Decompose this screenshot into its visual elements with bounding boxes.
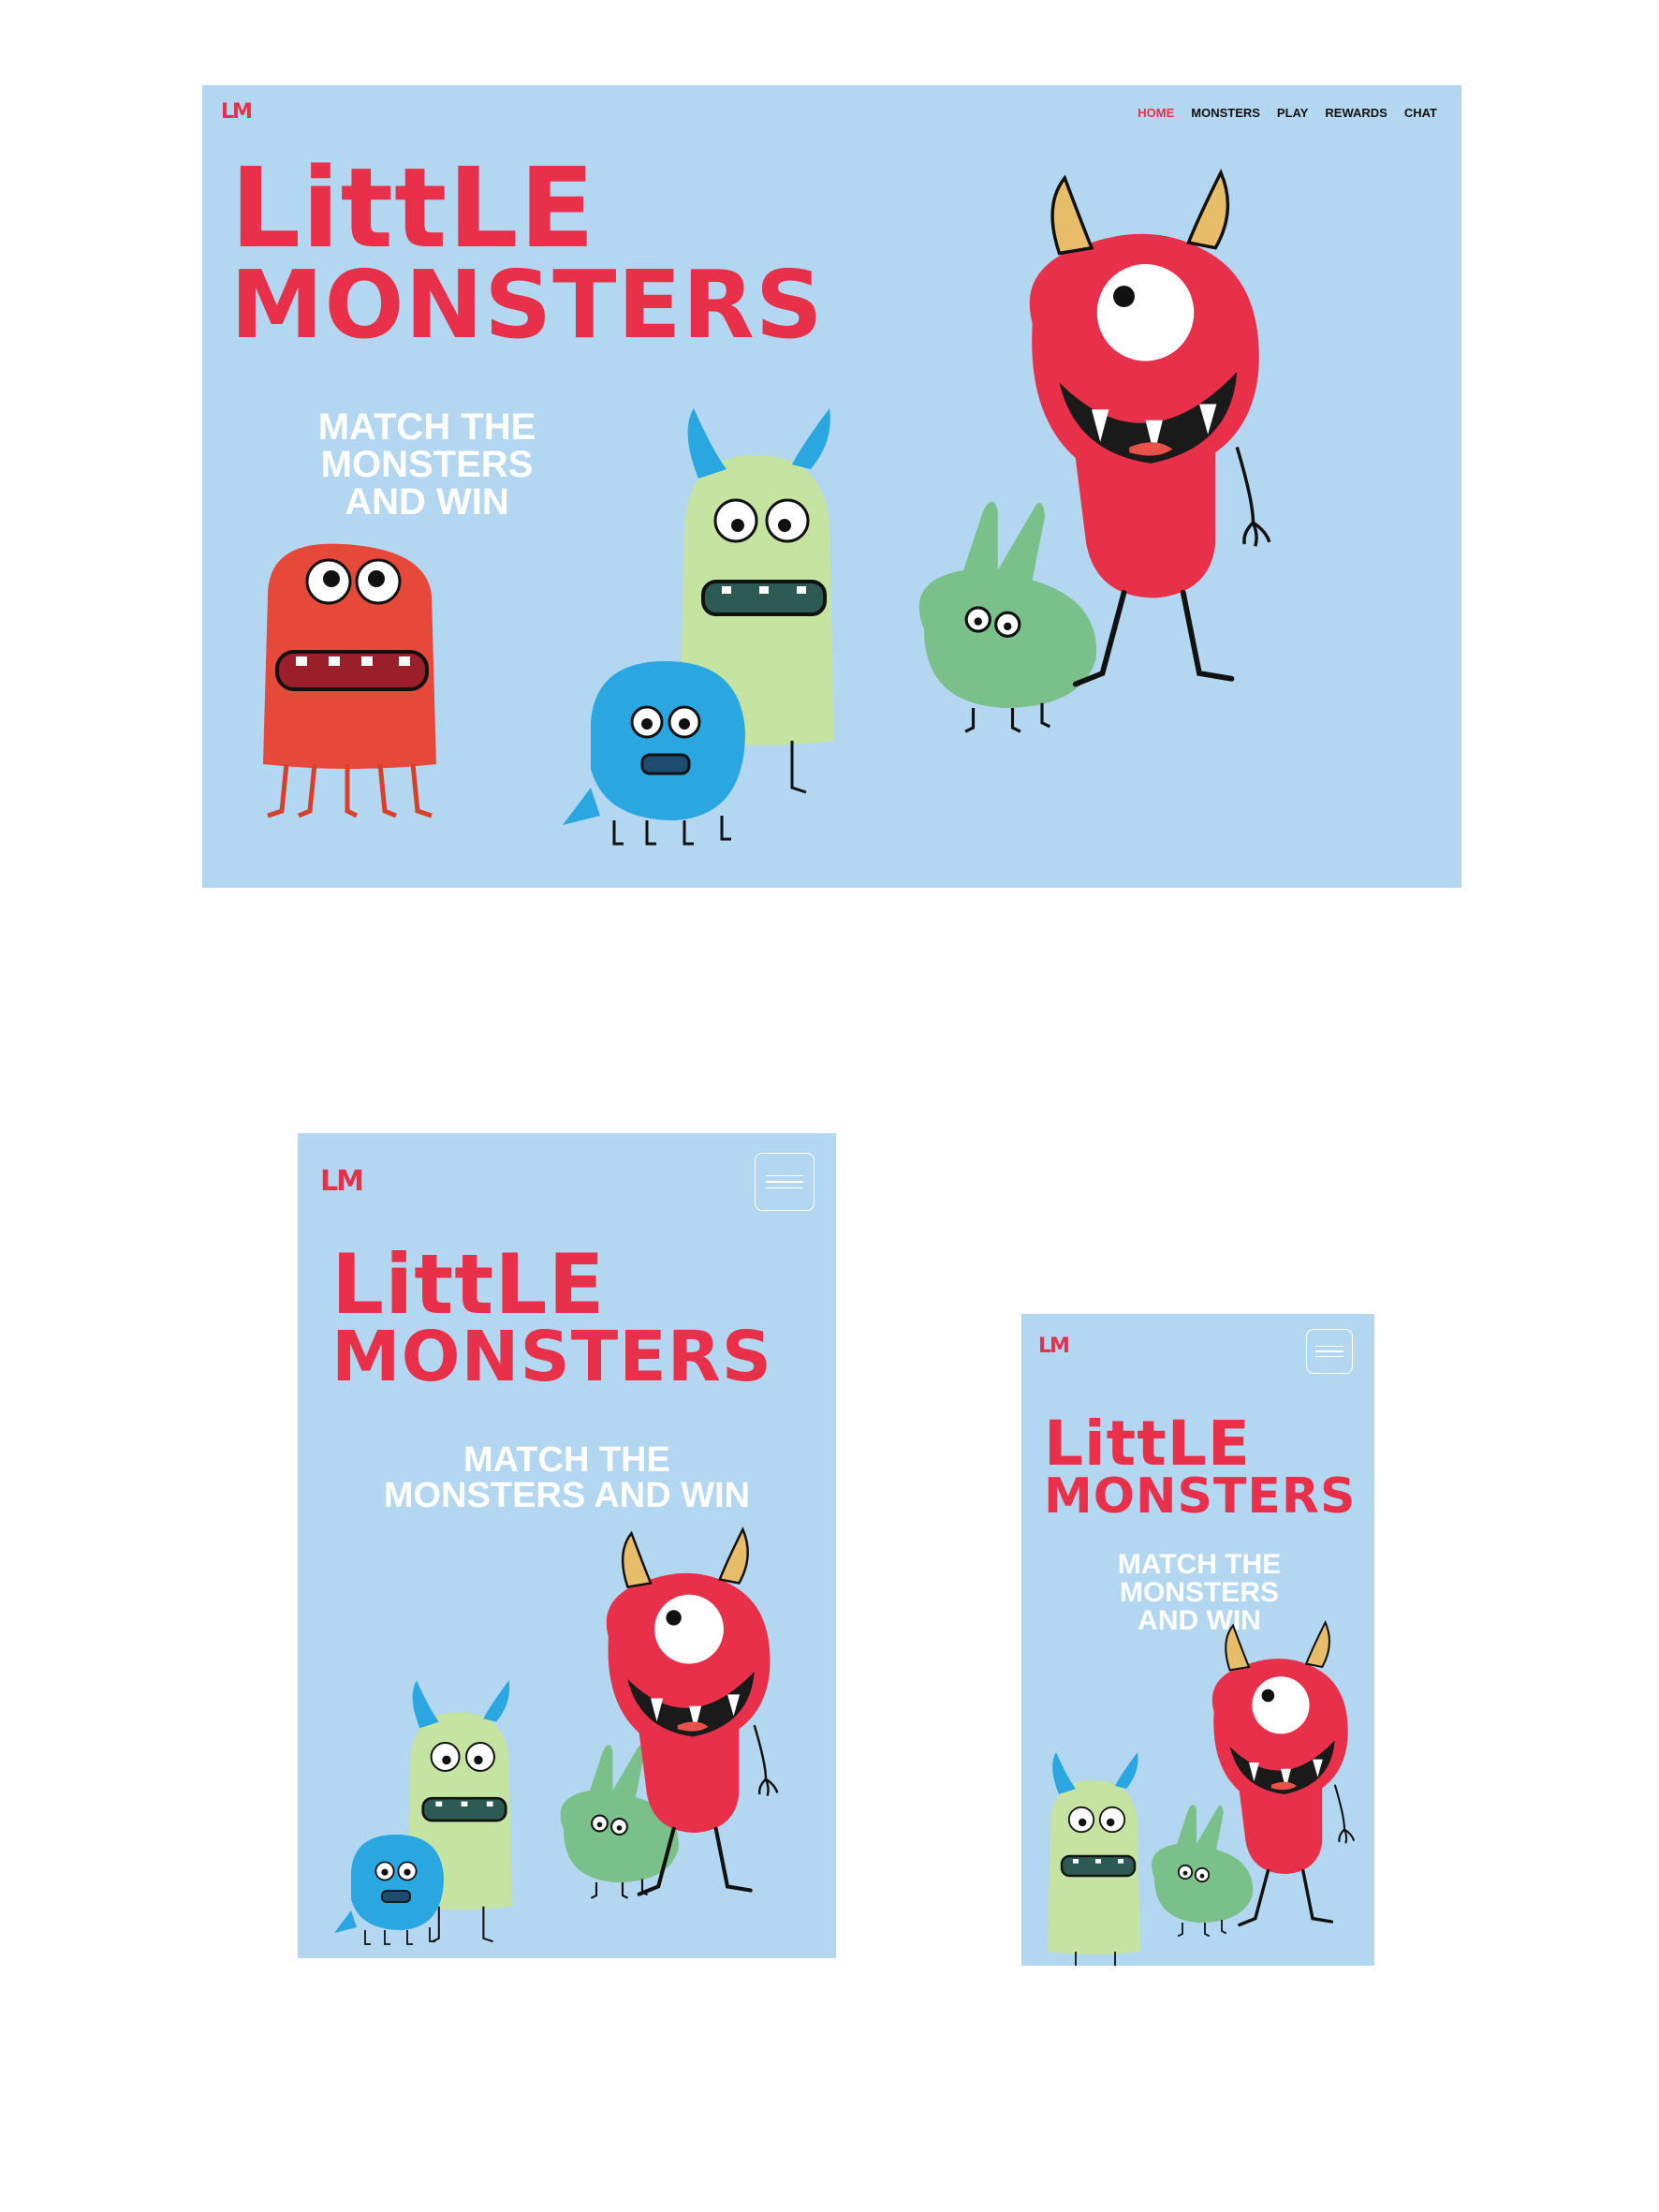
green-monster bbox=[1151, 1804, 1255, 1938]
monster-illustration bbox=[202, 85, 1461, 846]
tablet-hero-frame: LM LittLE MONSTERS MATCH THE MONSTERS AN… bbox=[298, 1133, 836, 1958]
lime-monster bbox=[1046, 1750, 1142, 1966]
blue-monster bbox=[333, 1834, 445, 1945]
monster-illustration bbox=[333, 1133, 836, 1945]
monster-illustration bbox=[1046, 1620, 1356, 1966]
blue-monster bbox=[561, 659, 747, 846]
green-monster bbox=[918, 499, 1098, 733]
orange-monster bbox=[263, 544, 436, 816]
mobile-hero-frame: LM LittLE MONSTERS MATCH THE MONSTERS AN… bbox=[1021, 1314, 1374, 1966]
desktop-hero-frame: LM HOME MONSTERS PLAY REWARDS CHAT LittL… bbox=[202, 85, 1461, 888]
